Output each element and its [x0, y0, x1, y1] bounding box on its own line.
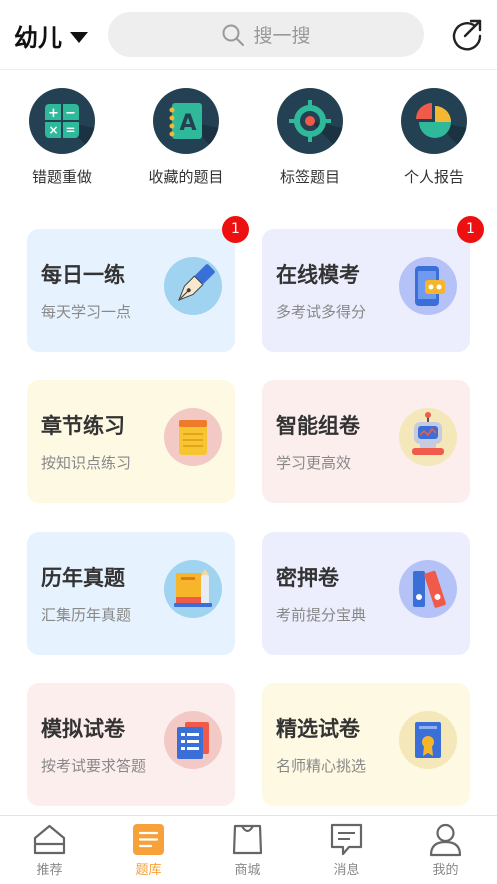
card-title: 智能组卷 [276, 414, 360, 438]
phone-exam-icon [399, 257, 457, 315]
grade-label: 幼儿 [14, 24, 62, 52]
target-icon [277, 88, 343, 154]
pie-chart-icon [401, 88, 467, 154]
notepad-icon [164, 408, 222, 466]
card-subtitle: 每天学习一点 [41, 303, 132, 321]
card-online-mock-exam[interactable]: 在线模考 多考试多得分 [262, 229, 470, 352]
message-icon [330, 823, 363, 856]
svg-text:=: = [65, 123, 75, 137]
books-icon [164, 560, 222, 618]
tab-label: 我的 [432, 863, 459, 878]
quick-action-report[interactable]: 个人报告 [379, 88, 489, 187]
card-subtitle: 名师精心挑选 [276, 757, 367, 775]
card-title: 模拟试卷 [41, 717, 125, 741]
svg-text:×: × [48, 123, 58, 137]
card-secret-papers[interactable]: 密押卷 考前提分宝典 [262, 532, 470, 655]
tab-question-bank[interactable]: 题库 [99, 816, 198, 884]
tab-mall[interactable]: 商城 [198, 816, 297, 884]
quick-action-label: 收藏的题目 [148, 168, 224, 186]
quick-action-favorites[interactable]: A 收藏的题目 [131, 88, 241, 187]
quick-action-label: 标签题目 [279, 168, 340, 186]
tab-recommend[interactable]: 推荐 [0, 816, 99, 884]
card-title: 历年真题 [41, 566, 125, 590]
card-title: 章节练习 [41, 414, 125, 438]
svg-text:A: A [179, 111, 196, 136]
papers-icon [164, 711, 222, 769]
bottom-tab-bar: 推荐 题库 商城 消息 我的 [0, 815, 497, 883]
card-title: 在线模考 [276, 263, 360, 287]
bag-icon [232, 824, 263, 855]
card-subtitle: 按知识点练习 [41, 454, 132, 472]
notification-badge: 1 [457, 216, 484, 243]
search-icon [222, 24, 245, 46]
grade-selector[interactable]: 幼儿 [14, 18, 88, 53]
binders-icon [399, 560, 457, 618]
card-smart-paper[interactable]: 智能组卷 学习更高效 [262, 380, 470, 503]
search-bar[interactable]: 搜一搜 [108, 12, 424, 57]
robot-icon [399, 408, 457, 466]
card-chapter-practice[interactable]: 章节练习 按知识点练习 [27, 380, 235, 503]
tab-label: 题库 [135, 863, 162, 878]
quick-action-label: 错题重做 [31, 168, 92, 186]
pen-icon [164, 257, 222, 315]
quick-action-tagged[interactable]: 标签题目 [255, 88, 365, 187]
tab-label: 消息 [333, 863, 360, 878]
tab-label: 推荐 [36, 863, 63, 878]
card-subtitle: 汇集历年真题 [41, 606, 132, 624]
user-icon [429, 823, 462, 857]
top-bar: 幼儿 搜一搜 [0, 0, 497, 70]
card-past-papers[interactable]: 历年真题 汇集历年真题 [27, 532, 235, 655]
search-placeholder: 搜一搜 [253, 25, 311, 47]
card-title: 精选试卷 [276, 717, 360, 741]
tab-messages[interactable]: 消息 [297, 816, 396, 884]
card-title: 密押卷 [276, 566, 339, 590]
card-subtitle: 按考试要求答题 [41, 757, 147, 775]
card-selected-papers[interactable]: 精选试卷 名师精心挑选 [262, 683, 470, 806]
card-subtitle: 多考试多得分 [276, 303, 367, 321]
share-icon[interactable] [450, 17, 484, 51]
quick-action-wrong-questions[interactable]: + − × = 错题重做 [7, 88, 117, 187]
dropdown-arrow-icon [70, 31, 88, 43]
certificate-icon [399, 711, 457, 769]
notebook-a-icon: A [153, 88, 219, 154]
list-icon [133, 824, 164, 855]
card-subtitle: 学习更高效 [276, 454, 352, 472]
notification-badge: 1 [222, 216, 249, 243]
quick-action-label: 个人报告 [403, 168, 464, 186]
svg-text:+: + [48, 106, 59, 121]
card-title: 每日一练 [41, 263, 125, 287]
card-mock-papers[interactable]: 模拟试卷 按考试要求答题 [27, 683, 235, 806]
svg-text:−: − [65, 106, 76, 121]
tab-mine[interactable]: 我的 [396, 816, 495, 884]
card-subtitle: 考前提分宝典 [276, 606, 367, 624]
home-icon [33, 824, 66, 855]
calculator-icon: + − × = [29, 88, 95, 154]
tab-label: 商城 [234, 863, 261, 878]
card-daily-practice[interactable]: 每日一练 每天学习一点 [27, 229, 235, 352]
